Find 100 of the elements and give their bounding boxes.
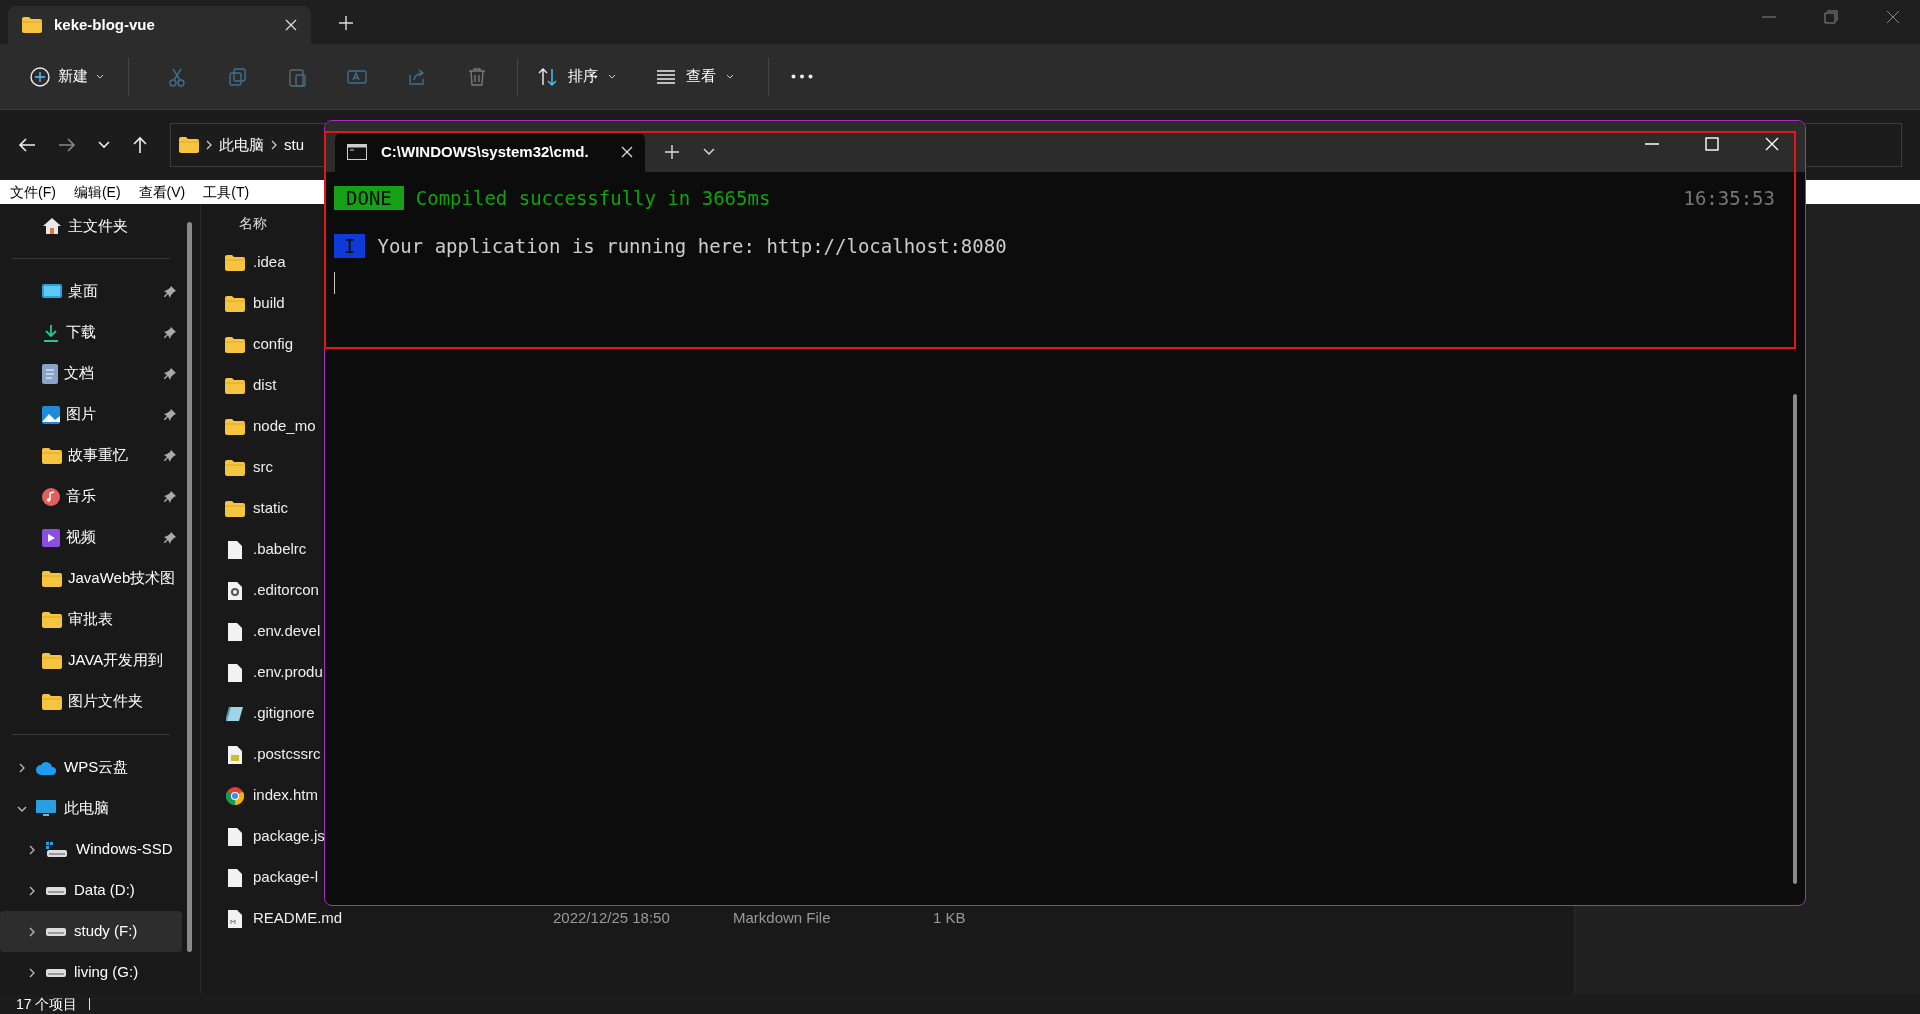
pin-icon[interactable] <box>164 408 176 421</box>
file-icon <box>228 540 242 559</box>
menu-item[interactable]: 查看(V) <box>138 181 186 203</box>
plus-circle-icon <box>30 66 50 87</box>
file-name[interactable]: .editorcon <box>253 581 319 599</box>
up-icon[interactable] <box>132 136 148 154</box>
folder-icon <box>179 137 199 153</box>
chevron-down-icon[interactable] <box>98 141 110 149</box>
new-tab-icon[interactable] <box>665 145 679 159</box>
sidebar-item[interactable]: 下载 <box>0 312 182 353</box>
size-cell-text: 1 KB <box>933 908 966 929</box>
sidebar-item[interactable]: 图片文件夹 <box>0 681 182 722</box>
text-cursor <box>334 272 335 294</box>
item-count: 17 个项目 <box>16 994 78 1014</box>
pin-icon[interactable] <box>164 326 176 339</box>
file-name[interactable]: static <box>253 499 288 517</box>
file-name[interactable]: build <box>253 294 285 312</box>
drive-icon <box>46 926 66 937</box>
sidebar-item[interactable]: 图片 <box>0 394 182 435</box>
paste-icon[interactable] <box>287 66 307 87</box>
home-icon <box>42 217 62 235</box>
back-icon[interactable] <box>18 137 36 153</box>
scrollbar[interactable] <box>1793 394 1797 884</box>
file-name[interactable]: README.md <box>253 909 343 927</box>
chevron-right-icon <box>206 140 212 150</box>
sidebar-item[interactable]: 桌面 <box>0 271 182 312</box>
file-name[interactable]: .postcssrc <box>253 745 321 763</box>
menu-item[interactable]: 编辑(E) <box>73 181 121 203</box>
copy-icon[interactable] <box>227 66 247 87</box>
sidebar-item[interactable]: 主文件夹 <box>0 206 182 246</box>
sidebar-item[interactable]: 审批表 <box>0 599 182 640</box>
download-icon <box>42 323 60 342</box>
chrome-icon <box>226 786 244 805</box>
breadcrumb-item[interactable]: stu <box>284 133 304 157</box>
folder-icon <box>225 500 245 517</box>
tree-item[interactable]: living (G:) <box>0 952 182 993</box>
music-icon <box>42 487 60 506</box>
caret-icon <box>608 74 616 79</box>
folder-icon <box>42 570 62 587</box>
folder-icon <box>225 418 245 435</box>
sidebar-item[interactable]: 文档 <box>0 353 182 394</box>
file-name[interactable]: .env.produ <box>253 663 323 681</box>
column-header[interactable]: 名称 <box>239 212 267 234</box>
file-name[interactable]: package.js <box>253 827 325 845</box>
sort-icon <box>538 67 558 86</box>
folder-icon <box>225 295 245 312</box>
terminal-tab[interactable]: C:\WINDOWS\system32\cmd. <box>335 132 645 172</box>
pin-icon[interactable] <box>164 449 176 462</box>
tree-item[interactable]: Data (D:) <box>0 870 182 911</box>
forward-icon[interactable] <box>58 137 76 153</box>
view-button[interactable]: 查看 <box>646 56 744 97</box>
delete-icon[interactable] <box>467 66 487 87</box>
more-icon[interactable] <box>791 74 813 79</box>
tree-item[interactable]: study (F:) <box>0 911 182 952</box>
pin-icon[interactable] <box>164 285 176 298</box>
file-name[interactable]: .babelrc <box>253 540 307 558</box>
file-icon <box>228 663 242 682</box>
document-icon <box>42 363 58 384</box>
menu-item[interactable]: 文件(F) <box>10 181 56 203</box>
tree-item[interactable]: 此电脑 <box>0 788 182 829</box>
folder-icon <box>225 336 245 353</box>
breadcrumb-item[interactable]: 此电脑 <box>219 133 264 157</box>
sidebar-item[interactable]: 故事重忆 <box>0 435 182 476</box>
pin-icon[interactable] <box>164 490 176 503</box>
markdown-file-icon <box>228 909 242 928</box>
new-tab-icon[interactable] <box>339 16 353 30</box>
sidebar-item[interactable]: 视频 <box>0 517 182 558</box>
desktop-icon <box>42 283 62 300</box>
sort-button[interactable]: 排序 <box>528 56 626 97</box>
status-badge: I <box>334 234 366 258</box>
folder-icon <box>225 254 245 271</box>
pin-icon[interactable] <box>164 367 176 380</box>
file-name[interactable]: node_mo <box>253 417 316 435</box>
file-name[interactable]: dist <box>253 376 277 394</box>
folder-icon <box>42 447 62 464</box>
settings-file-icon <box>228 581 242 600</box>
tree-item[interactable]: Windows-SSD <box>0 829 182 870</box>
file-name[interactable]: src <box>253 458 273 476</box>
menu-item[interactable]: 工具(T) <box>203 181 250 203</box>
view-icon <box>656 69 676 84</box>
file-name[interactable]: .env.devel <box>253 622 321 640</box>
restore-icon[interactable] <box>1824 10 1838 24</box>
new-button[interactable]: 新建 <box>24 56 110 97</box>
dropdown-icon[interactable] <box>703 148 715 156</box>
file-name[interactable]: config <box>253 335 294 353</box>
sidebar-item[interactable]: JavaWeb技术图 <box>0 558 182 599</box>
date-cell: 2022/12/25 18:50 <box>553 909 670 927</box>
tree-item[interactable]: WPS云盘 <box>0 747 182 788</box>
sidebar-item[interactable]: 音乐 <box>0 476 182 517</box>
explorer-tab[interactable]: keke-blog-vue <box>8 6 311 44</box>
timestamp: 16:35:53 <box>1683 185 1775 211</box>
sidebar-item[interactable]: JAVA开发用到 <box>0 640 182 681</box>
cut-icon[interactable] <box>167 66 187 87</box>
pin-icon[interactable] <box>164 531 176 544</box>
file-name[interactable]: index.htm <box>253 786 319 804</box>
notepad-icon <box>226 704 244 723</box>
file-name[interactable]: .idea <box>253 253 286 271</box>
file-name[interactable]: .gitignore <box>253 704 315 722</box>
maximize-icon[interactable] <box>1705 137 1719 151</box>
file-name[interactable]: package-l <box>253 868 319 886</box>
